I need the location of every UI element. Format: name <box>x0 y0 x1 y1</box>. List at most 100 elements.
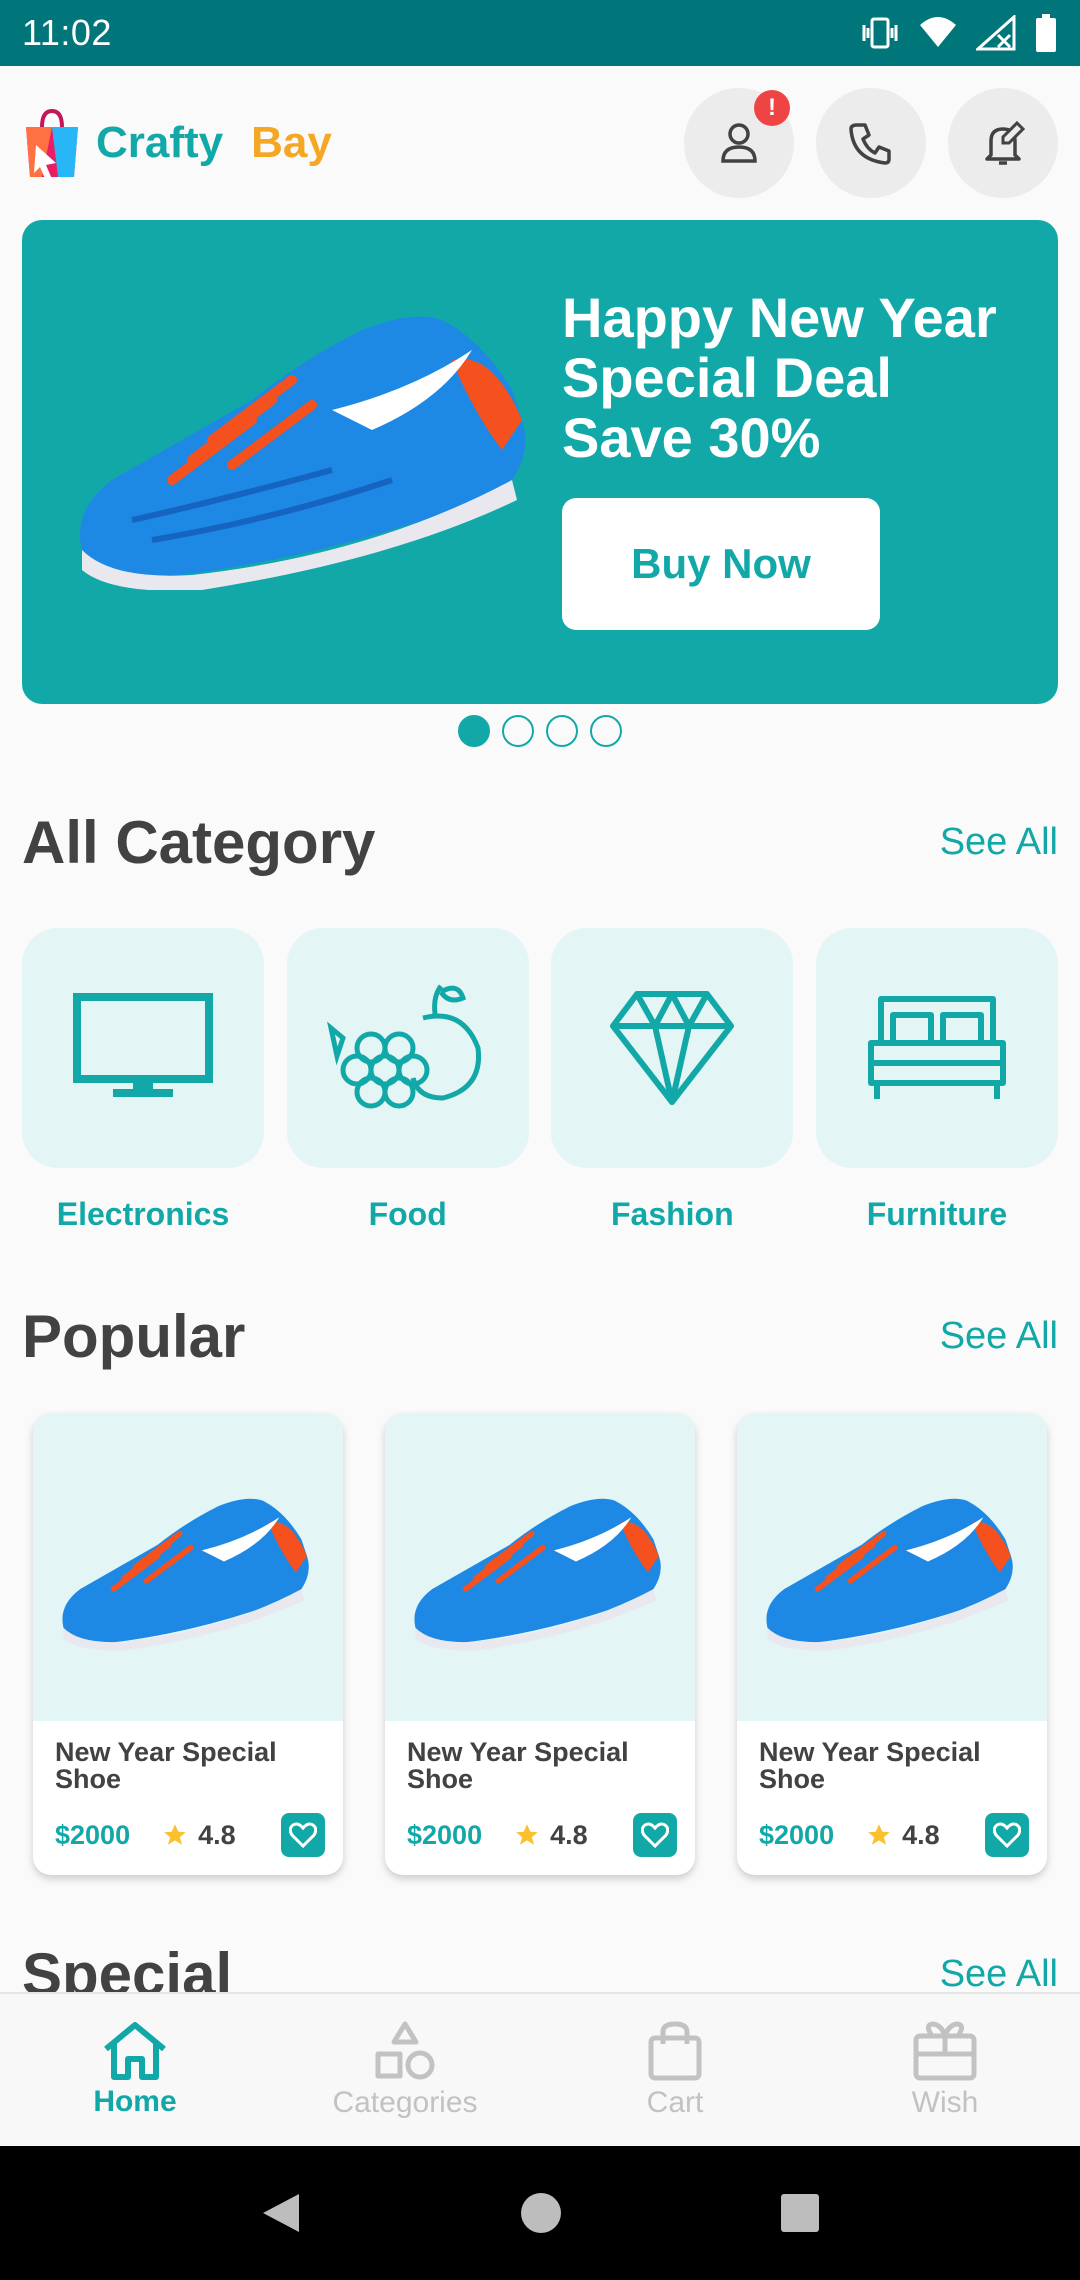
rating-value: 4.8 <box>550 1819 588 1850</box>
nav-wish[interactable]: Wish <box>810 1994 1080 2146</box>
product-title: New Year Special Shoe <box>407 1737 629 1794</box>
star-icon <box>164 1824 186 1845</box>
product-rating: 4.8 <box>514 1820 588 1851</box>
system-navigation-bar <box>0 2146 1080 2280</box>
nav-label: Wish <box>911 2086 979 2119</box>
carousel-dot[interactable] <box>590 715 622 747</box>
wishlist-button[interactable] <box>633 1813 677 1857</box>
fruits-icon <box>326 984 481 1109</box>
wishlist-button[interactable] <box>985 1813 1029 1857</box>
see-all-link[interactable]: See All <box>940 821 1058 864</box>
product-title: New Year Special Shoe <box>55 1737 277 1794</box>
carousel-dot[interactable] <box>546 715 578 747</box>
category-tile[interactable] <box>815 928 1058 1168</box>
shoe-image <box>766 1498 1013 1651</box>
category-fashion[interactable]: Fashion <box>551 928 794 1233</box>
category-food[interactable]: Food <box>286 928 529 1233</box>
buy-now-button[interactable]: Buy Now <box>562 498 880 630</box>
shopping-bag-logo-icon <box>26 108 78 181</box>
category-list: Electronics Food Fashion Furniture <box>22 928 1058 1233</box>
bed-icon <box>867 996 1006 1099</box>
star-icon <box>868 1824 890 1845</box>
product-price: $2000 <box>407 1819 483 1850</box>
carousel-dot[interactable] <box>502 715 534 747</box>
brand-name-part1: Crafty <box>96 118 224 167</box>
brand-name-part2: Bay <box>251 118 332 167</box>
product-rating: 4.8 <box>162 1820 236 1851</box>
carousel-dot[interactable] <box>458 715 490 747</box>
app-header: Crafty Bay ! <box>0 66 1080 220</box>
shoe-image <box>414 1498 661 1651</box>
category-electronics[interactable]: Electronics <box>22 928 264 1233</box>
wifi-icon <box>920 17 956 47</box>
carousel-indicator <box>0 715 1080 747</box>
product-price: $2000 <box>759 1819 835 1850</box>
popular-product-list: New Year Special Shoe $2000 4.8 New Year… <box>33 1413 1047 1875</box>
recents-icon[interactable] <box>779 2192 821 2234</box>
status-bar: 11:02 <box>0 0 1080 66</box>
signal-icon <box>976 15 1016 51</box>
gift-icon <box>913 2021 977 2081</box>
bell-icon <box>985 120 1026 165</box>
nav-categories[interactable]: Categories <box>270 1994 540 2146</box>
person-icon <box>721 123 757 163</box>
heart-icon <box>289 1822 317 1848</box>
category-label: Fashion <box>610 1196 734 1232</box>
nav-cart[interactable]: Cart <box>540 1994 810 2146</box>
rating-value: 4.8 <box>902 1819 940 1850</box>
vibrate-icon <box>862 17 898 49</box>
product-image <box>385 1413 695 1721</box>
nav-label: Categories <box>332 2086 478 2119</box>
wishlist-button[interactable] <box>281 1813 325 1857</box>
category-label: Food <box>368 1196 447 1232</box>
product-card[interactable]: New Year Special Shoe $2000 4.8 <box>33 1413 343 1875</box>
product-card[interactable]: New Year Special Shoe $2000 4.8 <box>737 1413 1047 1875</box>
brand-name: Crafty Bay <box>96 118 332 168</box>
banner-headline: Happy New Year Special Deal Save 30% <box>562 288 1032 468</box>
heart-icon <box>641 1822 669 1848</box>
heart-icon <box>993 1822 1021 1848</box>
cart-icon <box>648 2021 702 2081</box>
product-image <box>737 1413 1047 1721</box>
shoe-image <box>62 1498 309 1651</box>
star-icon <box>516 1824 538 1845</box>
product-meta: $2000 4.8 <box>759 1813 1029 1857</box>
category-tile[interactable] <box>551 928 794 1168</box>
see-all-link[interactable]: See All <box>940 1315 1058 1358</box>
product-title: New Year Special Shoe <box>759 1737 981 1794</box>
product-meta: $2000 4.8 <box>55 1813 325 1857</box>
product-price: $2000 <box>55 1819 131 1850</box>
popular-section-header: Popular See All <box>22 1302 1058 1371</box>
monitor-icon <box>73 993 213 1097</box>
alarm-button[interactable] <box>948 88 1058 198</box>
product-meta: $2000 4.8 <box>407 1813 677 1857</box>
category-tile[interactable] <box>286 928 529 1168</box>
nav-label: Cart <box>646 2086 704 2119</box>
section-title: Popular <box>22 1303 246 1370</box>
home-circle-icon[interactable] <box>520 2192 562 2234</box>
banner-headline-line3: Save 30% <box>562 406 821 469</box>
status-icons <box>860 14 1058 52</box>
back-icon[interactable] <box>259 2190 303 2236</box>
category-furniture[interactable]: Furniture <box>815 928 1058 1233</box>
promo-banner[interactable]: Happy New Year Special Deal Save 30% Buy… <box>22 220 1058 704</box>
status-time: 11:02 <box>22 12 112 53</box>
category-section-header: All Category See All <box>22 808 1058 877</box>
nav-home[interactable]: Home <box>0 1994 270 2146</box>
header-actions: ! <box>684 88 1058 198</box>
call-button[interactable] <box>816 88 926 198</box>
diamond-icon <box>610 991 735 1105</box>
see-all-link[interactable]: See All <box>940 1953 1058 1996</box>
rating-value: 4.8 <box>198 1819 236 1850</box>
banner-headline-line1: Happy New Year <box>562 286 997 349</box>
product-image <box>33 1413 343 1721</box>
category-tile[interactable] <box>22 928 264 1168</box>
category-label: Electronics <box>56 1196 230 1232</box>
home-icon <box>104 2022 166 2080</box>
category-label: Furniture <box>866 1196 1008 1232</box>
phone-icon <box>849 123 891 165</box>
shoe-image <box>80 316 526 590</box>
product-card[interactable]: New Year Special Shoe $2000 4.8 <box>385 1413 695 1875</box>
profile-button[interactable]: ! <box>684 88 794 198</box>
brand-logo[interactable]: Crafty Bay <box>22 105 332 181</box>
